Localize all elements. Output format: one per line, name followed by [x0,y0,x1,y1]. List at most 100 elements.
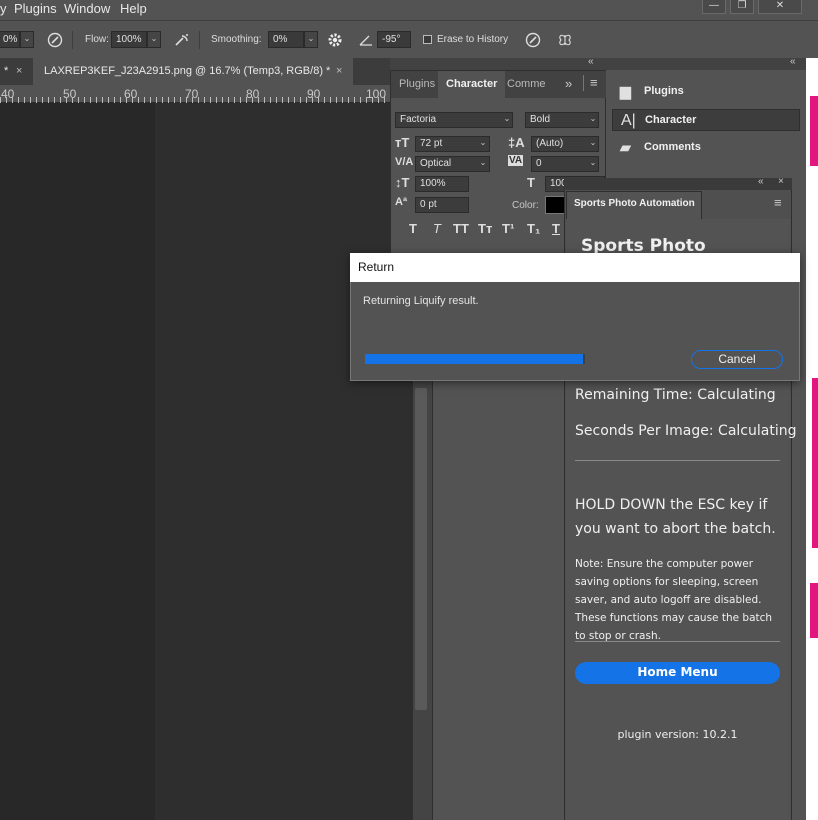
progress-bar-fill [365,354,583,364]
flow-dropdown[interactable]: ⌄ [147,31,161,48]
flow-label: Flow: [85,34,109,45]
tracking-dropdown[interactable]: ⌄ [587,156,599,172]
separator [199,31,200,49]
menu-window[interactable]: Window [64,1,110,16]
airbrush-icon[interactable] [174,32,190,48]
doc-tab-title: LAXREP3KEF_J23A2915.png @ 16.7% (Temp3, … [44,65,331,77]
faux-bold-icon[interactable]: T [409,221,417,236]
faux-italic-icon[interactable]: T [433,221,441,236]
baseline-shift-field[interactable]: 0 pt [415,197,469,213]
collapse-panels-icon[interactable]: « [588,56,594,67]
panel-item-label: Character [645,114,697,126]
smoothing-label: Smoothing: [211,34,262,45]
comments-icon: ▰ [620,139,631,155]
background-shape [812,378,818,548]
seconds-per-image: Seconds Per Image: Calculating [575,423,797,439]
divider [575,460,780,461]
remaining-time: Remaining Time: Calculating [575,387,776,403]
separator [72,31,73,49]
opacity-field[interactable]: 0% [0,31,20,48]
panel-item-plugins[interactable]: ▆ Plugins [612,81,800,103]
close-tab-icon[interactable]: × [16,58,22,85]
horizontal-ruler: 40 50 60 70 80 90 100 [0,85,390,103]
spa-panel-header: « × [564,176,792,190]
home-menu-button[interactable]: Home Menu [575,662,780,684]
doc-tab-previous[interactable]: * [4,58,8,85]
panel-overflow-icon[interactable]: » [565,76,572,91]
plugin-version: plugin version: 10.2.1 [617,728,738,741]
font-style-dropdown[interactable]: ⌄ [587,112,599,128]
collapsed-panels-list: ▆ Plugins A| Character ▰ Comments [606,70,806,178]
panel-item-label: Comments [644,141,701,153]
separator [583,75,584,91]
tab-sports-photo-automation[interactable]: Sports Photo Automation [566,191,702,219]
doc-tab-active[interactable]: LAXREP3KEF_J23A2915.png @ 16.7% (Temp3, … [33,58,353,85]
panel-item-comments[interactable]: ▰ Comments [612,137,800,159]
pressure-opacity-icon[interactable] [47,32,63,48]
smoothing-dropdown[interactable]: ⌄ [304,31,318,48]
minimize-button[interactable]: — [702,0,726,14]
document-tab-bar: * × LAXREP3KEF_J23A2915.png @ 16.7% (Tem… [0,58,390,85]
erase-to-history-checkbox[interactable] [423,35,432,44]
collapse-panel-icon[interactable]: « [758,176,764,187]
esc-abort-notice: HOLD DOWN the ESC key if you want to abo… [575,497,776,537]
dialog-message: Returning Liquify result. [363,295,479,307]
text-color-swatch[interactable] [545,196,565,214]
angle-field[interactable]: -95° [377,31,411,48]
restore-button[interactable]: ❐ [730,0,754,14]
symmetry-butterfly-icon[interactable] [557,32,573,48]
color-label: Color: [512,200,539,211]
panel-menu-icon[interactable]: ≡ [590,75,598,90]
panel-item-character[interactable]: A| Character [612,109,800,131]
pressure-size-icon[interactable] [525,32,541,48]
character-icon: A| [621,112,636,129]
canvas-image-area[interactable] [155,103,412,820]
tracking-icon: VA [508,155,524,166]
font-family-field[interactable]: Factoria [395,112,513,128]
kerning-dropdown[interactable]: ⌄ [477,156,489,172]
menu-plugins[interactable]: Plugins [14,1,57,16]
divider [575,641,780,642]
close-tab-icon[interactable]: × [336,58,342,85]
spa-panel-menu-icon[interactable]: ≡ [774,195,782,210]
close-window-button[interactable]: ✕ [758,0,802,14]
horizontal-scale-icon: T [527,175,535,190]
cancel-button[interactable]: Cancel [691,350,783,369]
plugins-icon: ▆ [620,83,631,99]
font-family-dropdown[interactable]: ⌄ [501,112,513,128]
opacity-dropdown[interactable]: ⌄ [20,31,34,48]
font-size-dropdown[interactable]: ⌄ [477,136,489,152]
underline-icon[interactable]: T [552,221,560,236]
all-caps-icon[interactable]: TT [453,221,469,236]
smoothing-field[interactable]: 0% [268,31,304,48]
menu-help[interactable]: Help [120,1,147,16]
menu-item-partial[interactable]: y [0,1,7,16]
vertical-scale-field[interactable]: 100% [415,176,469,192]
gear-icon[interactable] [327,32,343,48]
erase-to-history-label: Erase to History [437,34,509,45]
desktop-edge [806,58,818,820]
vertical-scale-icon: ↕T [395,175,410,190]
font-size-icon: тT [395,135,410,150]
small-caps-icon[interactable]: Tт [478,221,492,236]
subscript-icon[interactable]: T₁ [527,221,540,236]
menu-bar: y Plugins Window Help — ❐ ✕ [0,0,818,20]
tab-comments[interactable]: Comme [499,71,554,98]
background-shape [810,583,818,638]
character-panel-tabbar: Plugins Character Comme » ≡ [391,71,607,98]
close-panel-icon[interactable]: × [778,176,784,187]
collapse-dock-icon[interactable]: « [790,56,796,67]
flow-field[interactable]: 100% [111,31,147,48]
panel-item-label: Plugins [644,85,684,97]
dialog-title: Return [350,253,800,282]
leading-dropdown[interactable]: ⌄ [587,136,599,152]
tab-character[interactable]: Character [438,71,506,98]
kerning-icon: V/A [395,156,414,168]
superscript-icon[interactable]: T¹ [502,221,514,236]
options-bar: 0% ⌄ Flow: 100% ⌄ Smoothing: 0% ⌄ -95° E… [0,20,818,58]
background-shape [810,96,818,166]
panel-dock-header: « « [390,56,808,70]
tab-plugins[interactable]: Plugins [391,71,443,98]
leading-icon: ‡A [508,135,525,150]
scrollbar-thumb[interactable] [415,388,427,710]
